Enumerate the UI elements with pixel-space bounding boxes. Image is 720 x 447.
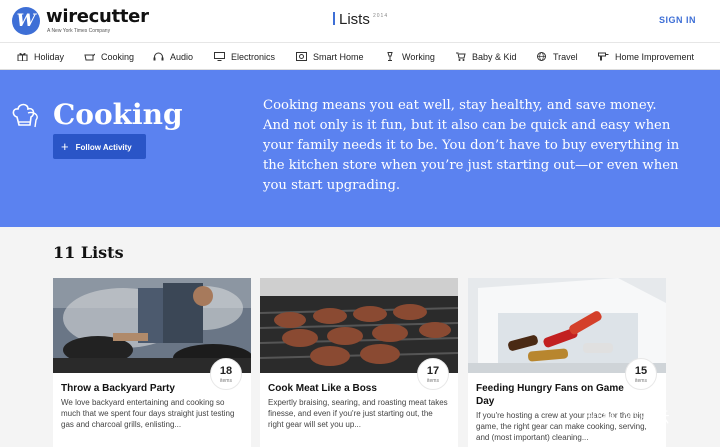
plus-icon: + (61, 139, 69, 154)
list-description: Expertly braising, searing, and roasting… (268, 398, 448, 429)
nav-item-holiday[interactable]: Holiday (17, 43, 64, 71)
follow-activity-button[interactable]: + Follow Activity (53, 134, 146, 159)
category-description: Cooking means you eat well, stay healthy… (263, 98, 680, 193)
item-count-badge: 17 items (417, 358, 449, 390)
lists-year: 2014 (373, 13, 389, 19)
list-title[interactable]: Throw a Backyard Party (61, 382, 211, 395)
items-label: items (427, 378, 439, 384)
nav-item-baby-kid[interactable]: Baby & Kid (455, 43, 517, 71)
pot-icon (84, 52, 95, 61)
nav-item-working[interactable]: Working (385, 43, 435, 71)
nav-item-electronics[interactable]: Electronics (214, 43, 275, 71)
nav-item-smart-home[interactable]: Smart Home (296, 43, 364, 71)
top-header: W wirecutter A New York Times Company Li… (0, 0, 720, 42)
nav-label: Holiday (34, 52, 65, 62)
nav-label: Travel (553, 52, 578, 62)
item-count-badge: 18 items (210, 358, 242, 390)
nav-item-audio[interactable]: Audio (153, 43, 193, 71)
item-count: 18 (219, 365, 233, 377)
globe-icon (536, 52, 547, 61)
item-count: 17 (426, 365, 440, 377)
gift-icon (17, 52, 28, 61)
watermark: 知乎 @白云 (585, 408, 671, 426)
nav-label: Smart Home (313, 52, 364, 62)
nav-label: Electronics (231, 52, 276, 62)
stroller-icon (455, 52, 466, 61)
list-title[interactable]: Feeding Hungry Fans on Game Day (476, 382, 636, 408)
chef-hat-icon (11, 101, 41, 131)
wirecutter-logo-icon[interactable]: W (12, 7, 40, 35)
nav-label: Baby & Kid (472, 52, 517, 62)
sign-in-link[interactable]: SIGN IN (659, 15, 696, 25)
nav-label: Working (402, 52, 435, 62)
nav-label: Audio (170, 52, 194, 62)
lists-count-title: 11 Lists (53, 243, 124, 262)
category-nav: Holiday Cooking Audio Electronics Smart … (0, 42, 720, 70)
item-count: 15 (634, 365, 648, 377)
list-card[interactable]: 17 items Cook Meat Like a Boss Expertly … (260, 278, 458, 447)
nav-item-home-improvement[interactable]: Home Improvement (598, 43, 694, 71)
nav-label: Cooking (101, 52, 135, 62)
nav-item-travel[interactable]: Travel (536, 43, 578, 71)
list-description: We love backyard entertaining and cookin… (61, 398, 235, 429)
drill-icon (598, 52, 609, 61)
nav-label: Home Improvement (615, 52, 695, 62)
monitor-icon (214, 52, 225, 61)
lists-label: Lists (339, 11, 370, 28)
lists-brand[interactable]: Lists 2014 (333, 11, 387, 28)
list-title[interactable]: Cook Meat Like a Boss (268, 382, 418, 395)
nav-item-cooking[interactable]: Cooking (84, 43, 134, 71)
lists-bar-icon (333, 12, 335, 25)
category-hero: Cooking + Follow Activity Cooking means y… (0, 70, 720, 227)
headphones-icon (153, 52, 164, 61)
lamp-icon (385, 52, 396, 61)
follow-label: Follow Activity (75, 143, 132, 152)
brand-subtitle: A New York Times Company (47, 28, 111, 34)
smart-home-icon (296, 52, 307, 61)
list-card[interactable]: 18 items Throw a Backyard Party We love … (53, 278, 251, 447)
page-title: Cooking (53, 98, 183, 131)
items-label: items (220, 378, 232, 384)
brand-name[interactable]: wirecutter (46, 6, 149, 27)
